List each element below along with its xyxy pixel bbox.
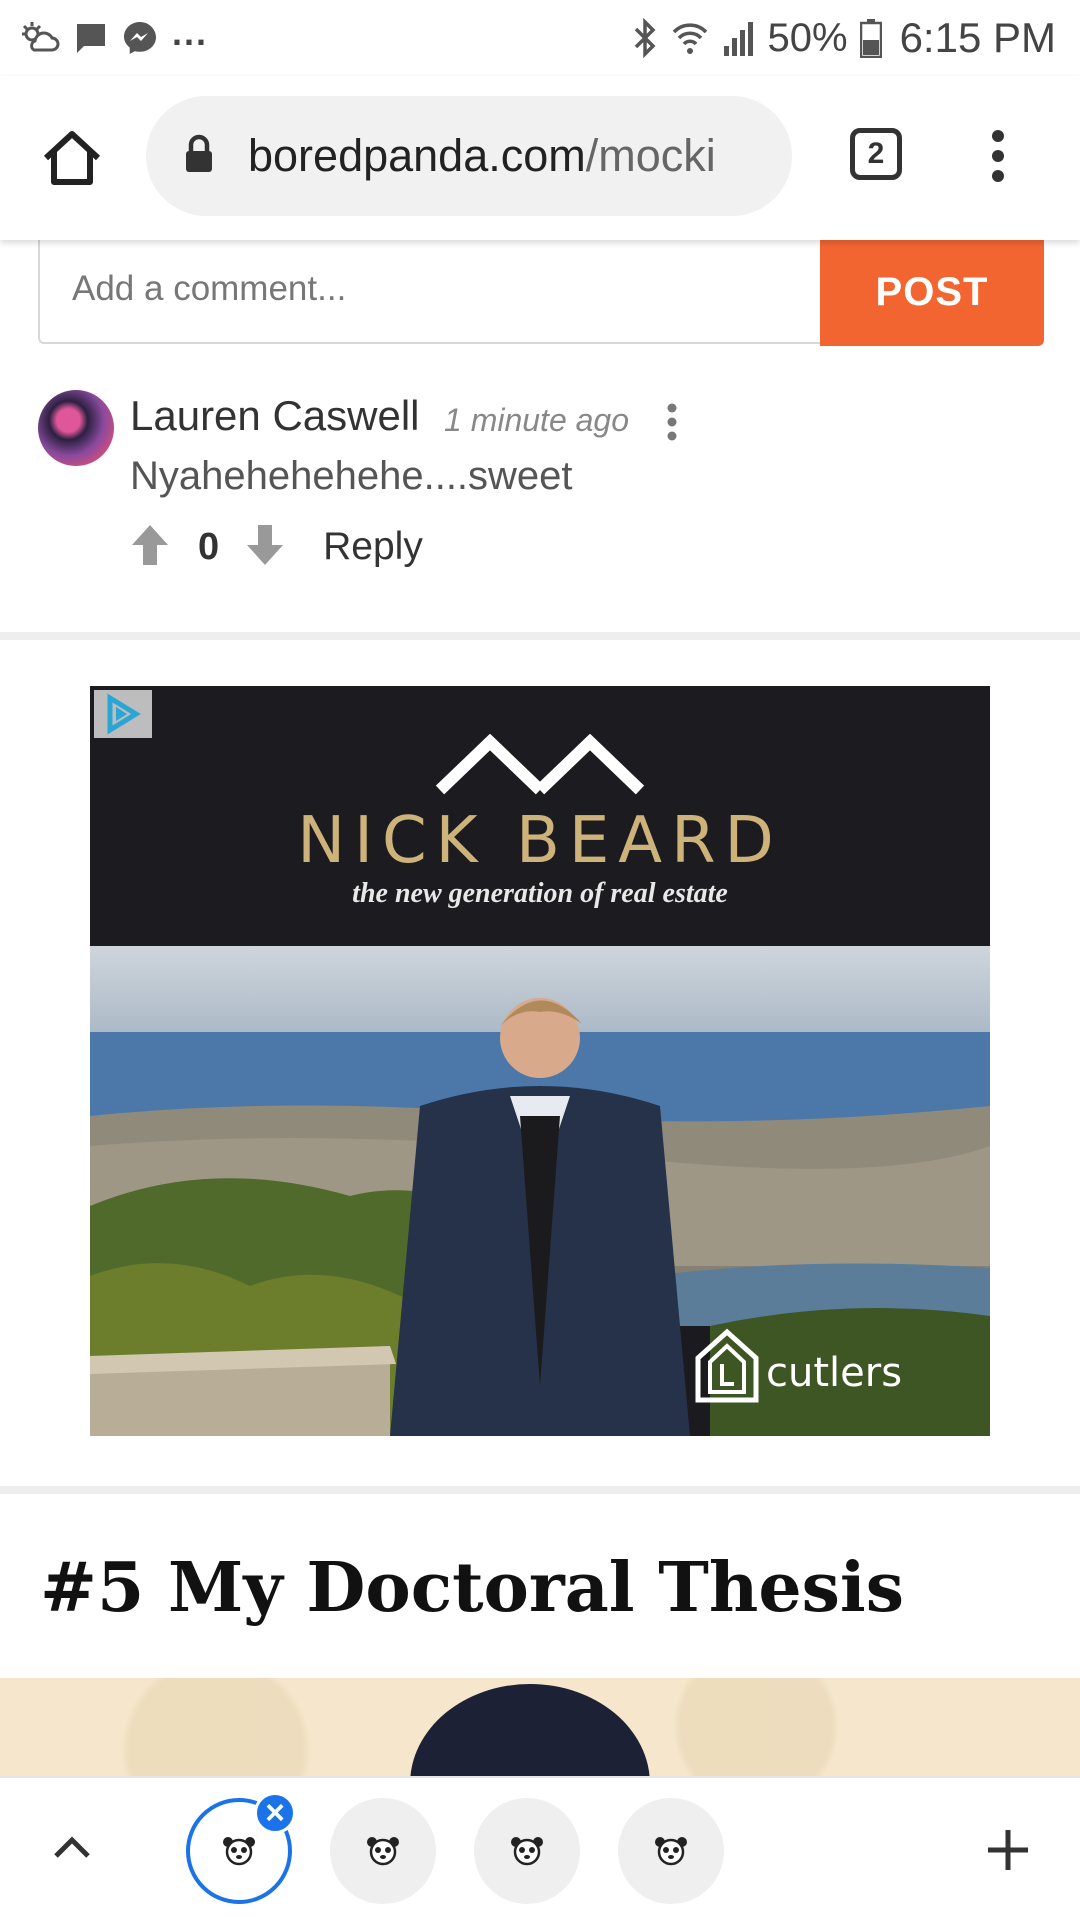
plus-icon <box>988 1830 1028 1870</box>
message-icon <box>74 21 108 55</box>
ad-section: NICK BEARD the new generation of real es… <box>0 640 1080 1486</box>
tab-thumb-4[interactable] <box>618 1798 724 1904</box>
panda-icon <box>511 1837 543 1866</box>
wifi-icon <box>670 18 710 58</box>
status-overflow-dots: ... <box>172 12 209 53</box>
weather-icon <box>20 20 60 56</box>
browser-toolbar: boredpanda.com/mocki 2 <box>0 76 1080 240</box>
vote-row: 0 Reply <box>130 522 423 572</box>
new-tab-button[interactable] <box>986 1828 1030 1877</box>
article-title: #5 My Doctoral Thesis <box>40 1548 905 1628</box>
ad-brand-name: NICK BEARD <box>297 804 783 878</box>
comment-section: POST Lauren Caswell 1 minute ago Nyahehe… <box>0 238 1080 632</box>
close-tab-button[interactable]: × <box>254 1792 296 1834</box>
home-icon <box>43 131 101 185</box>
ad-banner[interactable]: NICK BEARD the new generation of real es… <box>90 686 990 1436</box>
status-right: 50% 6:15 PM <box>632 14 1056 62</box>
browser-menu-button[interactable] <box>986 126 1010 186</box>
comment-form: POST <box>38 238 1044 346</box>
close-icon: × <box>265 1793 285 1832</box>
url-path: /mocki <box>585 130 716 181</box>
battery-percent: 50% <box>767 15 848 60</box>
more-vertical-icon <box>667 403 677 441</box>
lock-icon <box>184 134 214 179</box>
avatar[interactable] <box>38 390 114 466</box>
menu-icon <box>992 130 1004 182</box>
cutlers-logo-icon <box>694 1328 760 1409</box>
article-item: #5 My Doctoral Thesis <box>0 1494 1080 1798</box>
clock: 6:15 PM <box>899 14 1056 61</box>
url-host: boredpanda.com <box>248 130 586 181</box>
arrow-up-icon <box>132 524 168 565</box>
downvote-button[interactable] <box>245 523 285 572</box>
reply-link[interactable]: Reply <box>323 525 423 569</box>
post-button[interactable]: POST <box>820 238 1044 346</box>
bluetooth-icon <box>632 18 658 58</box>
status-left: ... <box>20 12 208 56</box>
ad-tagline: the new generation of real estate <box>352 878 728 909</box>
url-bar[interactable]: boredpanda.com/mocki <box>146 96 792 216</box>
tab-thumb-3[interactable] <box>474 1798 580 1904</box>
comment-text: Nyahehehehehe....sweet <box>130 454 573 498</box>
tab-thumb-2[interactable] <box>330 1798 436 1904</box>
ad-agency-name: cutlers <box>766 1350 903 1396</box>
vote-count: 0 <box>198 525 220 568</box>
chevron-up-icon <box>54 1836 90 1858</box>
comment-input[interactable] <box>70 264 810 314</box>
collapse-tabs-button[interactable] <box>52 1834 92 1865</box>
home-button[interactable] <box>40 126 104 190</box>
status-bar: ... 50% 6:15 PM <box>0 0 1080 76</box>
comment-author[interactable]: Lauren Caswell <box>130 392 420 440</box>
panda-icon <box>367 1837 399 1866</box>
comment-time: 1 minute ago <box>444 402 630 438</box>
comment-options-button[interactable] <box>664 402 680 442</box>
ad-header: NICK BEARD the new generation of real es… <box>90 686 990 946</box>
tab-switcher-button[interactable]: 2 <box>850 128 902 180</box>
messenger-icon <box>122 20 158 56</box>
panda-icon <box>655 1837 687 1866</box>
panda-icon <box>223 1837 255 1866</box>
battery-icon <box>859 18 882 58</box>
tab-count: 2 <box>867 137 885 170</box>
upvote-button[interactable] <box>130 523 170 572</box>
ad-choices-icon[interactable] <box>94 690 152 743</box>
arrow-down-icon <box>247 524 284 565</box>
brand-roof-logo <box>434 733 648 803</box>
bottom-tab-strip: × <box>0 1776 1080 1920</box>
signal-icon <box>722 18 756 58</box>
